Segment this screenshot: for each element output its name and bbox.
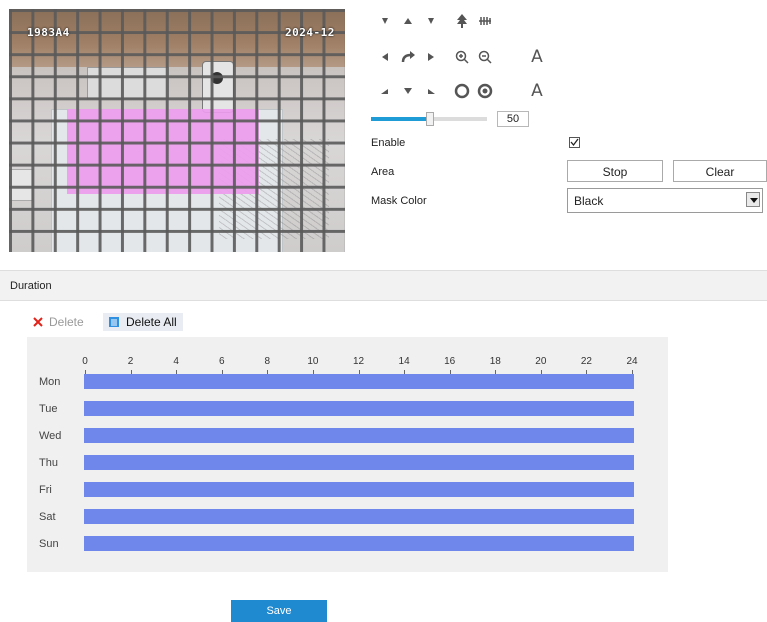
ptz-speed-slider[interactable]	[371, 112, 487, 126]
schedule-bar[interactable]	[84, 374, 634, 389]
enable-label: Enable	[371, 137, 406, 149]
hour-label: 12	[352, 356, 365, 367]
hour-label: 0	[82, 356, 88, 367]
iris-close-icon[interactable]	[475, 80, 495, 102]
day-label: Tue	[39, 403, 58, 415]
delete-button[interactable]: Delete	[33, 313, 84, 331]
rotate-icon[interactable]	[398, 46, 418, 68]
iris-open-icon[interactable]	[452, 80, 472, 102]
trash-icon	[108, 316, 120, 328]
enable-checkbox[interactable]	[569, 137, 580, 148]
day-label: Thu	[39, 457, 58, 469]
wiper-icon[interactable]	[452, 10, 472, 32]
clear-button[interactable]: Clear	[673, 160, 767, 182]
arrow-up-right-icon[interactable]	[421, 10, 441, 32]
slider-thumb[interactable]	[426, 112, 434, 126]
duration-section-header: Duration	[0, 270, 767, 301]
arrow-down-icon[interactable]	[398, 80, 418, 102]
arrow-down-right-icon[interactable]	[421, 80, 441, 102]
duration-title: Duration	[10, 280, 52, 292]
day-label: Mon	[39, 376, 61, 388]
mask-grid-overlay[interactable]	[9, 9, 345, 252]
hour-label: 22	[580, 356, 592, 367]
day-label: Sat	[39, 511, 56, 523]
focus-near-icon[interactable]: A	[527, 46, 547, 68]
arrow-up-icon[interactable]	[398, 10, 418, 32]
slider-fill	[371, 117, 429, 121]
hour-label: 2	[127, 356, 134, 367]
schedule-bar[interactable]	[84, 509, 634, 524]
schedule-bar[interactable]	[84, 428, 634, 443]
hour-label: 24	[626, 356, 638, 367]
hour-label: 8	[264, 356, 271, 367]
osd-left-text: 1983A4	[27, 26, 70, 39]
day-label: Wed	[39, 430, 62, 442]
zoom-in-icon[interactable]	[452, 46, 472, 68]
osd-right-text: 2024-12	[285, 26, 335, 39]
focus-far-icon[interactable]: A	[527, 80, 547, 102]
area-label: Area	[371, 166, 395, 178]
hour-label: 18	[489, 356, 501, 367]
delete-label: Delete	[49, 315, 84, 329]
day-label: Sun	[39, 538, 59, 550]
arrow-down-left-icon[interactable]	[375, 80, 395, 102]
close-icon	[33, 317, 43, 327]
save-button[interactable]: Save	[231, 600, 327, 622]
hour-label: 4	[173, 356, 179, 367]
arrow-left-icon[interactable]	[375, 46, 395, 68]
mask-color-value: Black	[574, 194, 604, 208]
video-preview[interactable]: 1983A4 2024-12	[9, 9, 345, 252]
delete-all-button[interactable]: Delete All	[103, 313, 183, 331]
day-label: Fri	[39, 484, 52, 496]
schedule-bar[interactable]	[84, 401, 634, 416]
zoom-out-icon[interactable]	[475, 46, 495, 68]
speed-value-box[interactable]: 50	[497, 111, 529, 127]
schedule-bar[interactable]	[84, 536, 634, 551]
mask-color-select[interactable]: Black	[567, 188, 763, 213]
hour-label: 20	[535, 356, 547, 367]
chevron-down-icon[interactable]	[746, 192, 760, 207]
hour-label: 10	[307, 356, 319, 367]
hour-label: 16	[444, 356, 456, 367]
arrow-right-icon[interactable]	[421, 46, 441, 68]
stop-button[interactable]: Stop	[567, 160, 663, 182]
schedule-bar[interactable]	[84, 482, 634, 497]
mask-color-label: Mask Color	[371, 195, 427, 207]
hour-label: 6	[218, 356, 225, 367]
delete-all-label: Delete All	[126, 315, 177, 329]
hour-label: 14	[398, 356, 410, 367]
light-icon[interactable]	[475, 10, 495, 32]
schedule-bar[interactable]	[84, 455, 634, 470]
arrow-up-left-icon[interactable]	[375, 10, 395, 32]
